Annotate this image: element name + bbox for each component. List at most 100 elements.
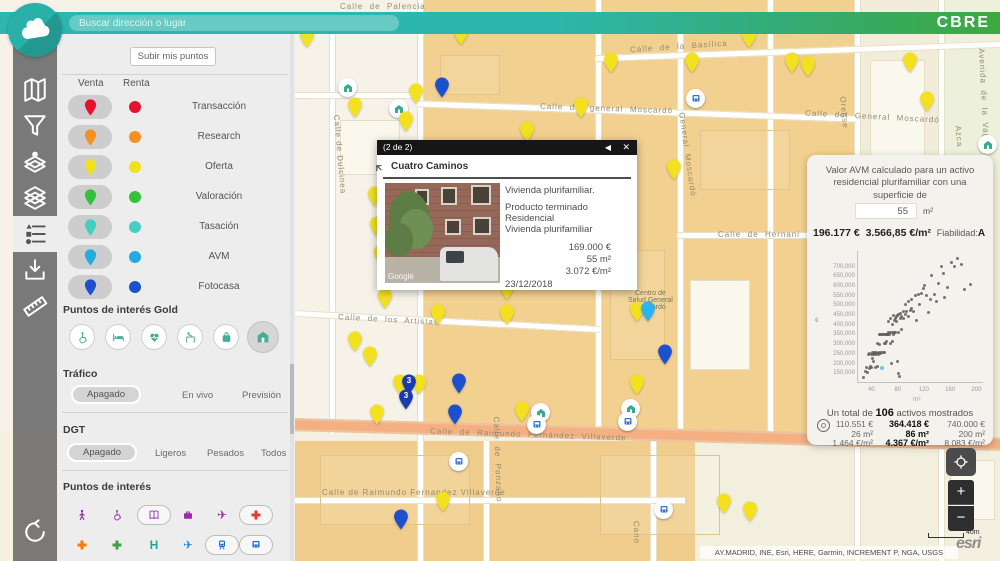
yellow-map-pin[interactable]: [716, 493, 732, 514]
option-todos[interactable]: Todos: [261, 448, 286, 459]
rail-item-filter[interactable]: [13, 108, 57, 144]
building-map-marker[interactable]: [978, 135, 997, 154]
yellow-map-pin[interactable]: [902, 52, 918, 73]
refresh-button[interactable]: [13, 510, 57, 554]
yellow-map-pin[interactable]: [742, 501, 758, 522]
venta-toggle-fotocasa[interactable]: [68, 275, 112, 299]
poi-cross-button[interactable]: [239, 505, 273, 525]
venta-toggle-avm[interactable]: [68, 245, 112, 269]
panel-toggle-icon[interactable]: [817, 419, 830, 432]
yellow-map-pin[interactable]: [514, 401, 530, 422]
renta-dot-transacción[interactable]: [129, 101, 141, 113]
option-apagado[interactable]: Apagado: [67, 443, 137, 462]
poi-plane-button[interactable]: ✈: [177, 535, 199, 555]
option-ligeros[interactable]: Ligeros: [155, 448, 186, 459]
blue-map-pin[interactable]: [451, 373, 467, 394]
renta-dot-avm[interactable]: [129, 251, 141, 263]
property-price: 169.000 €: [569, 242, 611, 253]
popup-prev-icon[interactable]: ◀: [605, 140, 611, 155]
renta-dot-research[interactable]: [129, 131, 141, 143]
poi-book-button[interactable]: [137, 505, 171, 525]
yellow-map-pin[interactable]: [919, 91, 935, 112]
poi-metro-button[interactable]: [239, 535, 273, 555]
yellow-map-pin[interactable]: [398, 111, 414, 132]
poi-person-button[interactable]: [71, 505, 93, 525]
poi-plane-button[interactable]: ✈: [211, 505, 233, 525]
yellow-map-pin[interactable]: [800, 56, 816, 77]
surface-input[interactable]: [855, 203, 917, 219]
venta-toggle-oferta[interactable]: [68, 155, 112, 179]
scatter-point: [927, 311, 930, 314]
option-pesados[interactable]: Pesados: [207, 448, 244, 459]
venta-toggle-tasación[interactable]: [68, 215, 112, 239]
rail-item-basemap[interactable]: [13, 72, 57, 108]
scatter-point: [876, 365, 879, 368]
renta-dot-fotocasa[interactable]: [129, 281, 141, 293]
renta-dot-oferta[interactable]: [129, 161, 141, 173]
zoom-out-button[interactable]: −: [948, 506, 974, 531]
yellow-map-pin[interactable]: [519, 121, 535, 142]
yellow-map-pin[interactable]: [784, 52, 800, 73]
poi-wheelchair-button[interactable]: [106, 505, 128, 525]
rail-item-layers[interactable]: [13, 180, 57, 216]
gold-lectern-button[interactable]: [177, 324, 203, 350]
poi-cross-button[interactable]: [71, 535, 93, 555]
train-map-marker[interactable]: [654, 500, 673, 519]
blue-map-pin[interactable]: [434, 77, 450, 98]
cluster-map-pin[interactable]: 3: [398, 389, 414, 410]
gold-heart-button[interactable]: [141, 324, 167, 350]
rail-item-legend[interactable]: [13, 216, 57, 252]
photo-tree: [385, 223, 413, 257]
venta-toggle-transacción[interactable]: [68, 95, 112, 119]
rail-item-measure[interactable]: [13, 288, 57, 324]
train-map-marker[interactable]: [618, 412, 637, 431]
sidebar-scrollbar[interactable]: [290, 34, 294, 561]
renta-dot-valoración[interactable]: [129, 191, 141, 203]
poi-train-button[interactable]: [205, 535, 239, 555]
popup-close-icon[interactable]: ✕: [622, 140, 630, 155]
zoom-to-icon[interactable]: [375, 162, 386, 173]
train-map-marker[interactable]: [686, 89, 705, 108]
scrollbar-thumb[interactable]: [290, 364, 294, 434]
option-apagado[interactable]: Apagado: [71, 385, 141, 404]
yellow-map-pin[interactable]: [499, 304, 515, 325]
building-map-marker[interactable]: [338, 78, 357, 97]
blue-map-pin[interactable]: [447, 404, 463, 425]
gold-bed-button[interactable]: [105, 324, 131, 350]
yellow-map-pin[interactable]: [684, 52, 700, 73]
lightblue-map-pin[interactable]: [640, 301, 656, 322]
option-previsión[interactable]: Previsión: [242, 390, 281, 401]
gold-wheelchair-button[interactable]: [69, 324, 95, 350]
option-en-vivo[interactable]: En vivo: [182, 390, 213, 401]
blue-map-pin[interactable]: [393, 509, 409, 530]
search-input[interactable]: [69, 15, 399, 31]
yellow-map-pin[interactable]: [573, 97, 589, 118]
upload-points-button[interactable]: Subir mis puntos: [130, 47, 216, 66]
yellow-map-pin[interactable]: [629, 374, 645, 395]
zoom-in-button[interactable]: +: [948, 480, 974, 505]
venta-toggle-valoración[interactable]: [68, 185, 112, 209]
yellow-map-pin[interactable]: [369, 404, 385, 425]
locate-button[interactable]: [946, 448, 976, 476]
yellow-map-pin[interactable]: [408, 83, 424, 104]
venta-toggle-research[interactable]: [68, 125, 112, 149]
rail-item-download[interactable]: [13, 252, 57, 288]
poi-cross-button[interactable]: [106, 535, 128, 555]
yellow-map-pin[interactable]: [603, 52, 619, 73]
rail-item-layers-globe[interactable]: [13, 144, 57, 180]
blue-map-pin[interactable]: [657, 344, 673, 365]
poi-hospital-h-button[interactable]: H: [143, 535, 165, 555]
yellow-map-pin[interactable]: [377, 288, 393, 309]
app-logo[interactable]: [8, 3, 62, 57]
gold-bag-button[interactable]: [213, 324, 239, 350]
yellow-map-pin[interactable]: [435, 491, 451, 512]
poi-briefcase-button[interactable]: [177, 505, 199, 525]
train-map-marker[interactable]: [449, 452, 468, 471]
renta-dot-tasación[interactable]: [129, 221, 141, 233]
gold-building-button[interactable]: [247, 321, 279, 353]
yellow-map-pin[interactable]: [430, 304, 446, 325]
yellow-map-pin[interactable]: [666, 159, 682, 180]
yellow-map-pin[interactable]: [347, 97, 363, 118]
yellow-map-pin[interactable]: [362, 346, 378, 367]
yellow-map-pin[interactable]: [347, 331, 363, 352]
